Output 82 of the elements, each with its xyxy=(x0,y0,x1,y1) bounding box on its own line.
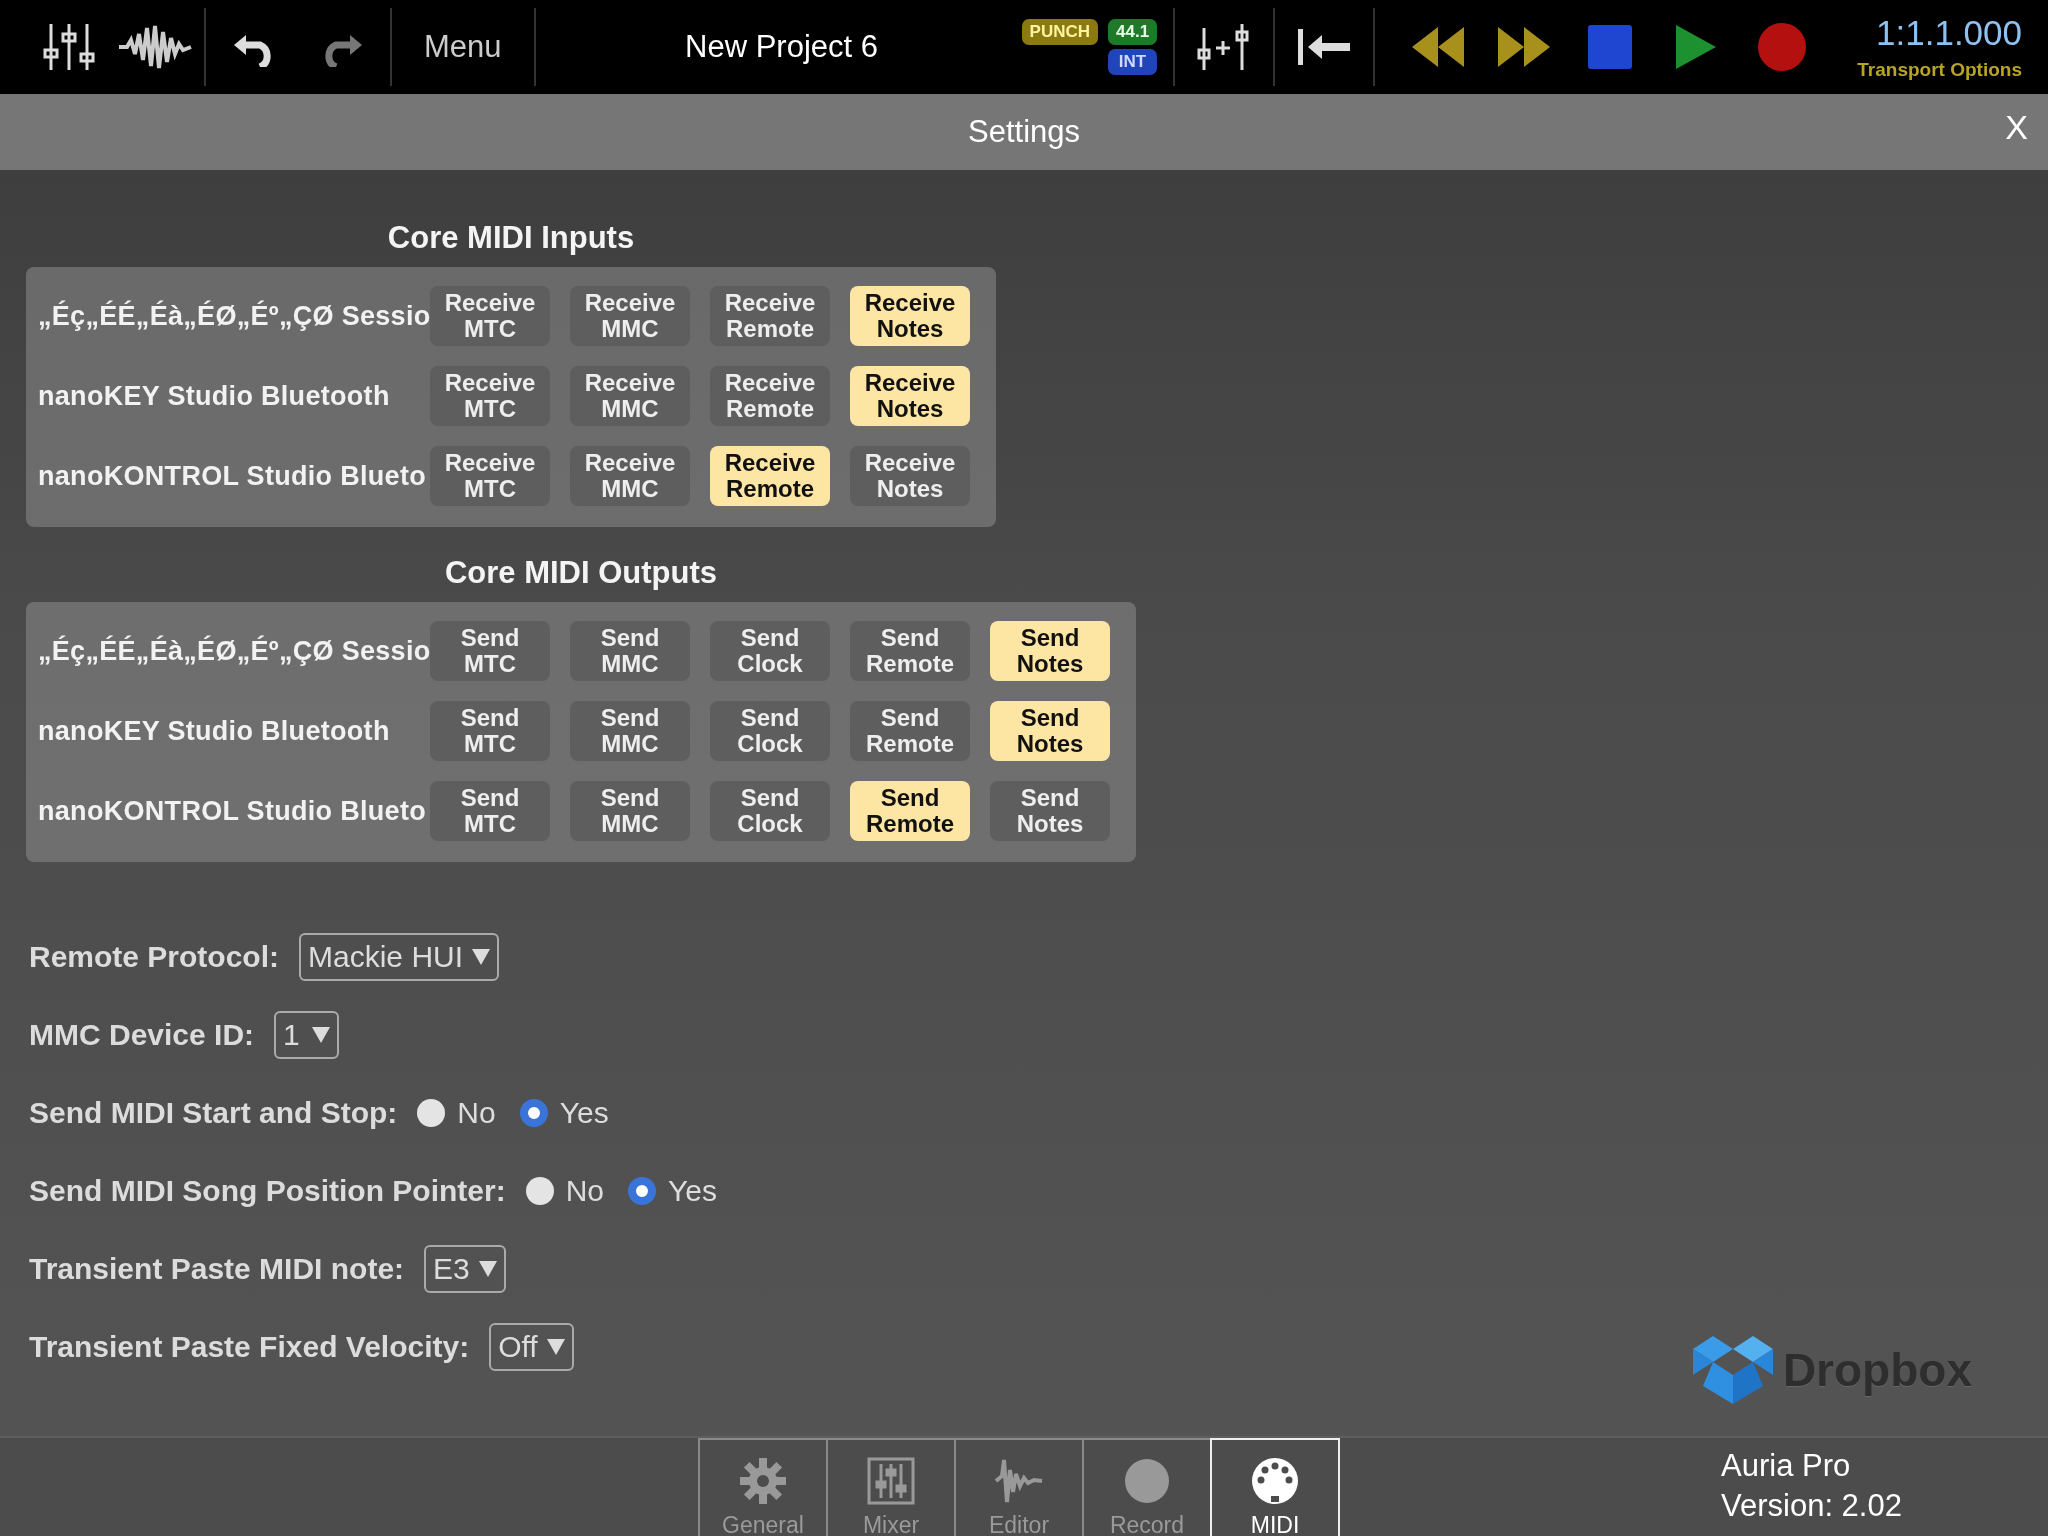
menu-button[interactable]: Menu xyxy=(398,29,528,65)
toggle-button[interactable]: Send Remote xyxy=(850,701,970,761)
toggle-button[interactable]: Receive MMC xyxy=(570,366,690,426)
mixer-icon[interactable] xyxy=(41,22,97,72)
section-title: Core MIDI Outputs xyxy=(444,555,718,591)
settings-tab[interactable]: MIDI xyxy=(1210,1438,1340,1536)
setting-label: MMC Device ID: xyxy=(29,1017,255,1052)
setting-label: Send MIDI Start and Stop: xyxy=(29,1095,398,1130)
box-icon[interactable] xyxy=(1692,1334,1773,1406)
toggle-button[interactable]: Send Clock xyxy=(710,701,830,761)
option-label: Yes xyxy=(559,1095,609,1130)
toggle-button[interactable]: Send Notes xyxy=(990,701,1110,761)
toggle-button[interactable]: Send Notes xyxy=(990,621,1110,681)
toggle-button[interactable]: Send MMC xyxy=(570,701,690,761)
setting-label: Transient Paste MIDI note: xyxy=(29,1251,405,1286)
settings-tab[interactable]: General xyxy=(698,1438,828,1536)
toggle-button[interactable]: Send Clock xyxy=(710,781,830,841)
toggle-button[interactable]: Send MTC xyxy=(430,781,550,841)
record-icon[interactable] xyxy=(1757,22,1808,72)
dropdown[interactable]: Off xyxy=(489,1322,574,1371)
setting-label: Send MIDI Song Position Pointer: xyxy=(29,1173,506,1208)
app-name: Auria Pro xyxy=(1721,1447,1852,1485)
position-counter: 1:1.1.000 xyxy=(1876,13,2022,53)
project-title: New Project 6 xyxy=(684,29,880,65)
midi-connector-icon xyxy=(1250,1456,1300,1506)
toggle-button[interactable]: Send MMC xyxy=(570,781,690,841)
radio-button[interactable] xyxy=(628,1176,657,1205)
device-name: nanoKONTROL Studio Blueto xyxy=(38,460,427,492)
setting-label: Remote Protocol: xyxy=(29,939,280,974)
toggle-button[interactable]: Receive MMC xyxy=(570,286,690,346)
punch-toggle[interactable]: PUNCH xyxy=(1021,19,1098,45)
sample-rate-badge: 44.1 xyxy=(1108,19,1158,45)
radio-button[interactable] xyxy=(519,1098,548,1127)
toggle-button[interactable]: Receive MTC xyxy=(430,286,550,346)
transport-options-link[interactable]: Transport Options xyxy=(1857,59,2022,81)
clock-source-badge: INT xyxy=(1108,49,1158,75)
toggle-button[interactable]: Receive MTC xyxy=(430,446,550,506)
dropdown[interactable]: Mackie HUI xyxy=(299,932,500,981)
circle-icon xyxy=(1122,1456,1172,1506)
settings-tab[interactable]: Editor xyxy=(954,1438,1084,1536)
toggle-button[interactable]: Send Remote xyxy=(850,621,970,681)
section-title: Core MIDI Inputs xyxy=(387,220,635,256)
caret-icon xyxy=(545,1337,566,1356)
caret-icon xyxy=(477,1259,498,1278)
toggle-button[interactable]: Receive Notes xyxy=(850,446,970,506)
option-label: No xyxy=(457,1095,496,1130)
toggle-button[interactable]: Receive Remote xyxy=(710,286,830,346)
toggle-button[interactable]: Receive Notes xyxy=(850,366,970,426)
toggle-button[interactable]: Receive Notes xyxy=(850,286,970,346)
settings-tab[interactable]: Record xyxy=(1082,1438,1212,1536)
device-name: „Éç„ÉÉ„Éà„ÉØ„Éº„ÇØ Sessio xyxy=(38,635,430,667)
option-label: No xyxy=(565,1173,605,1208)
rewind-icon[interactable] xyxy=(1410,25,1467,69)
radio-button[interactable] xyxy=(417,1098,446,1127)
stop-icon[interactable] xyxy=(1587,24,1634,70)
app-version: Version: 2.02 xyxy=(1721,1487,1902,1525)
device-name: „Éç„ÉÉ„Éà„ÉØ„Éº„ÇØ Sessio xyxy=(38,300,430,332)
toggle-button[interactable]: Receive Remote xyxy=(710,446,830,506)
toggle-button[interactable]: Send MTC xyxy=(430,621,550,681)
caret-icon xyxy=(311,1025,332,1044)
toggle-button[interactable]: Send Remote xyxy=(850,781,970,841)
toggle-button[interactable]: Send MMC xyxy=(570,621,690,681)
device-name: nanoKEY Studio Bluetooth xyxy=(38,380,391,412)
toggle-button[interactable]: Send Clock xyxy=(710,621,830,681)
caret-icon xyxy=(471,947,492,966)
toggle-button[interactable]: Receive Remote xyxy=(710,366,830,426)
gear-icon xyxy=(738,1456,788,1506)
mixer-icon xyxy=(866,1456,916,1506)
close-button[interactable]: X xyxy=(2005,108,2028,147)
toggle-button[interactable]: Send Notes xyxy=(990,781,1110,841)
toggle-button[interactable]: Receive MTC xyxy=(430,366,550,426)
device-name: nanoKONTROL Studio Blueto xyxy=(38,795,427,827)
radio-button[interactable] xyxy=(525,1176,554,1205)
settings-title: Settings xyxy=(968,114,1080,150)
device-name: nanoKEY Studio Bluetooth xyxy=(38,715,391,747)
dropdown[interactable]: E3 xyxy=(424,1244,506,1293)
setting-label: Transient Paste Fixed Velocity: xyxy=(29,1329,470,1364)
toggle-button[interactable]: Send MTC xyxy=(430,701,550,761)
toggle-button[interactable]: Receive MMC xyxy=(570,446,690,506)
option-label: Yes xyxy=(668,1173,717,1208)
settings-tab[interactable]: Mixer xyxy=(826,1438,956,1536)
dropdown[interactable]: 1 xyxy=(274,1010,340,1059)
